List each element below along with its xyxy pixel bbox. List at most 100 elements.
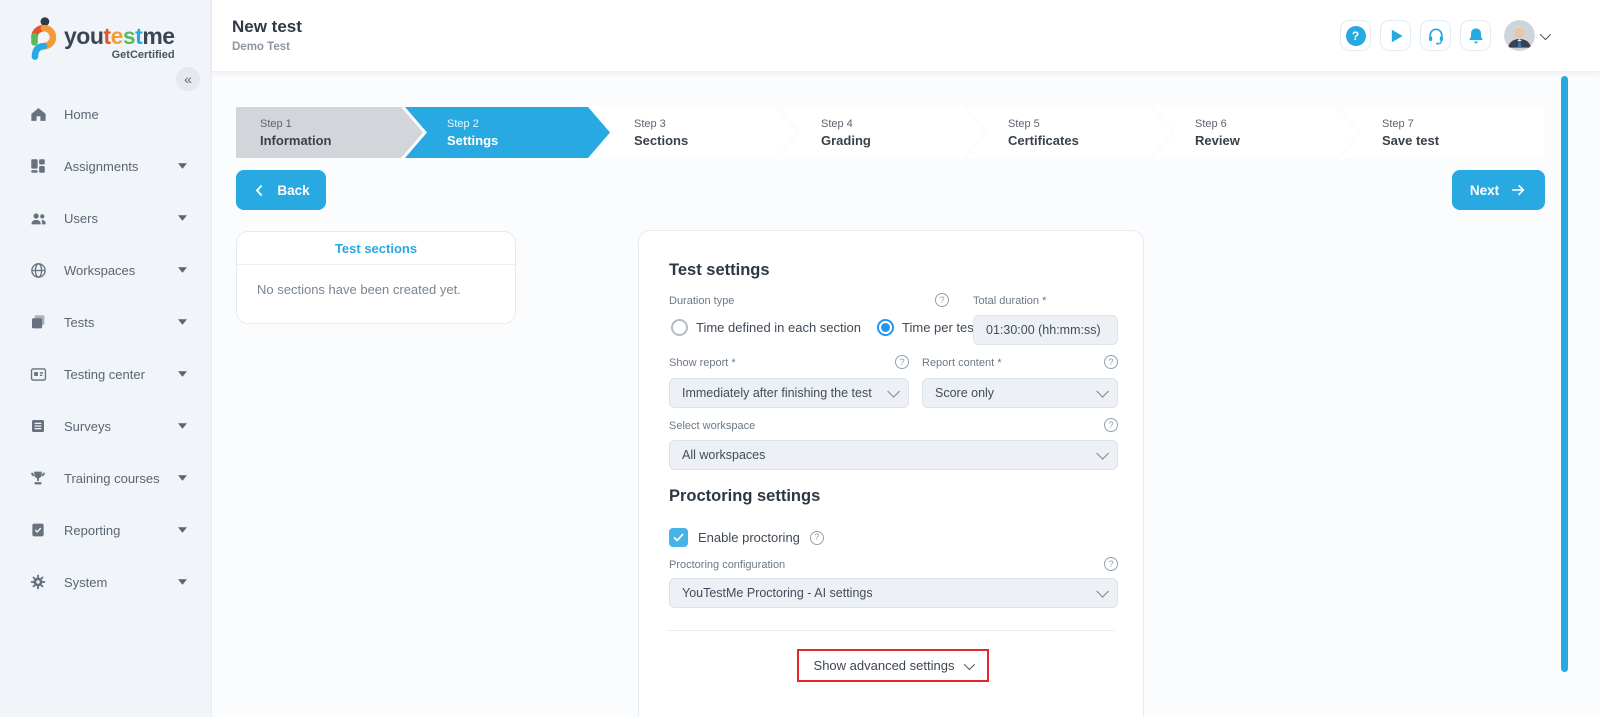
step-number: Step 4: [821, 117, 853, 130]
step-6-review[interactable]: Step 6 Review: [1153, 107, 1358, 158]
home-icon: [28, 104, 48, 124]
sidebar-item-reporting[interactable]: Reporting: [0, 504, 211, 556]
report-content-label: Report content *: [922, 357, 1002, 369]
radio-time-defined-each-section[interactable]: [671, 319, 688, 336]
divider: [667, 630, 1115, 631]
enable-proctoring-checkbox[interactable]: [669, 528, 688, 547]
report-content-dropdown[interactable]: Score only: [922, 378, 1118, 408]
brand-logo: youtestme GetCertified: [26, 16, 175, 64]
sidebar-item-label: Tests: [64, 314, 95, 330]
step-label: Save test: [1382, 132, 1440, 148]
sidebar-item-label: Testing center: [64, 366, 145, 382]
youtestme-logo-icon: [31, 17, 57, 60]
sidebar-item-label: System: [64, 574, 108, 590]
test-sections-panel: Test sections No sections have been crea…: [236, 231, 516, 324]
step-3-sections[interactable]: Step 3 Sections: [592, 107, 797, 158]
next-button-label: Next: [1469, 182, 1500, 198]
tutorial-video-button[interactable]: [1380, 20, 1411, 51]
step-number: Step 5: [1008, 117, 1040, 130]
settings-card: Test settings Duration type Total durati…: [638, 230, 1144, 717]
sidebar-collapse-button[interactable]: [176, 67, 200, 91]
enable-proctoring-row: Enable proctoring: [669, 528, 824, 547]
vertical-scrollbar-thumb[interactable]: [1561, 76, 1568, 672]
users-icon: [28, 208, 48, 228]
step-2-settings[interactable]: Step 2 Settings: [405, 107, 610, 158]
next-button[interactable]: Next: [1452, 170, 1545, 210]
chevron-down-icon: [1096, 446, 1109, 460]
proctoring-configuration-dropdown[interactable]: YouTestMe Proctoring - AI settings: [669, 578, 1118, 608]
user-menu[interactable]: [1504, 20, 1552, 51]
logo-seg: s: [122, 23, 136, 49]
sidebar-item-home[interactable]: Home: [0, 88, 211, 140]
chevron-down-icon: [178, 579, 187, 585]
chevron-down-icon: [178, 475, 187, 481]
logo-tagline: GetCertified: [111, 49, 175, 61]
logo-seg: e: [110, 23, 124, 49]
surveys-icon: [28, 416, 48, 436]
step-label: Settings: [447, 132, 499, 148]
sidebar-item-label: Home: [64, 106, 99, 122]
show-report-value: Immediately after finishing the test: [682, 386, 872, 400]
support-button[interactable]: [1420, 20, 1451, 51]
page-subtitle: Demo Test: [232, 41, 290, 53]
total-duration-input[interactable]: 01:30:00 (hh:mm:ss): [973, 315, 1118, 345]
test-sections-title: Test sections: [237, 232, 515, 265]
step-label: Information: [260, 132, 332, 148]
select-workspace-info-icon[interactable]: [1104, 418, 1118, 432]
app-window: youtestme GetCertified Home Assignments: [0, 0, 1600, 717]
sidebar-item-surveys[interactable]: Surveys: [0, 400, 211, 452]
main-content: Step 1 Information Step 2 Settings Step …: [212, 72, 1600, 717]
chevron-down-icon: [178, 215, 187, 221]
step-number: Step 1: [260, 117, 292, 130]
sidebar-item-label: Assignments: [64, 158, 139, 174]
avatar: [1504, 20, 1535, 51]
step-7-save-test[interactable]: Step 7 Save test: [1340, 107, 1545, 158]
step-1-information[interactable]: Step 1 Information: [236, 107, 423, 158]
sidebar-item-training-courses[interactable]: Training courses: [0, 452, 211, 504]
sidebar-item-label: Workspaces: [64, 262, 136, 278]
sidebar-item-label: Surveys: [64, 418, 111, 434]
sidebar-item-tests[interactable]: Tests: [0, 296, 211, 348]
assignments-icon: [28, 156, 48, 176]
step-number: Step 3: [634, 117, 666, 130]
step-4-grading[interactable]: Step 4 Grading: [779, 107, 984, 158]
duration-type-radio-group: Time defined in each section Time per te…: [671, 319, 977, 336]
show-advanced-settings-toggle[interactable]: Show advanced settings: [797, 649, 989, 682]
select-workspace-dropdown[interactable]: All workspaces: [669, 440, 1118, 470]
enable-proctoring-info-icon[interactable]: [809, 530, 824, 545]
sidebar-item-system[interactable]: System: [0, 556, 211, 608]
total-duration-value: 01:30:00 (hh:mm:ss): [986, 323, 1101, 337]
enable-proctoring-label: Enable proctoring: [698, 530, 800, 545]
radio-label: Time per test: [902, 320, 978, 335]
logo-seg: you: [64, 23, 104, 49]
step-number: Step 6: [1195, 117, 1227, 130]
sidebar-item-testing-center[interactable]: Testing center: [0, 348, 211, 400]
duration-type-info-icon[interactable]: [935, 293, 949, 307]
back-button[interactable]: Back: [236, 170, 326, 210]
sidebar-item-label: Training courses: [64, 470, 160, 486]
proctoring-configuration-info-icon[interactable]: [1104, 557, 1118, 571]
sidebar-item-workspaces[interactable]: Workspaces: [0, 244, 211, 296]
gear-icon: [28, 572, 48, 592]
proctoring-settings-heading: Proctoring settings: [669, 487, 821, 505]
report-content-value: Score only: [935, 386, 995, 400]
sidebar-item-assignments[interactable]: Assignments: [0, 140, 211, 192]
help-button[interactable]: [1340, 20, 1371, 51]
step-label: Certificates: [1008, 132, 1079, 148]
logo-seg: t: [103, 23, 111, 49]
report-content-info-icon[interactable]: [1104, 355, 1118, 369]
step-5-certificates[interactable]: Step 5 Certificates: [966, 107, 1171, 158]
sidebar-item-users[interactable]: Users: [0, 192, 211, 244]
check-icon: [673, 533, 684, 542]
radio-label: Time defined in each section: [696, 320, 862, 335]
notifications-button[interactable]: [1460, 20, 1491, 51]
logo-wordmark: youtestme: [64, 24, 175, 48]
show-report-dropdown[interactable]: Immediately after finishing the test: [669, 378, 909, 408]
radio-time-per-test[interactable]: [877, 319, 895, 336]
select-workspace-value: All workspaces: [682, 448, 766, 462]
select-workspace-label: Select workspace: [669, 420, 756, 432]
show-advanced-settings-label: Show advanced settings: [813, 658, 955, 673]
sidebar-nav: Home Assignments Users Workspaces Tests …: [0, 88, 211, 608]
step-label: Grading: [821, 132, 871, 148]
show-report-info-icon[interactable]: [895, 355, 909, 369]
